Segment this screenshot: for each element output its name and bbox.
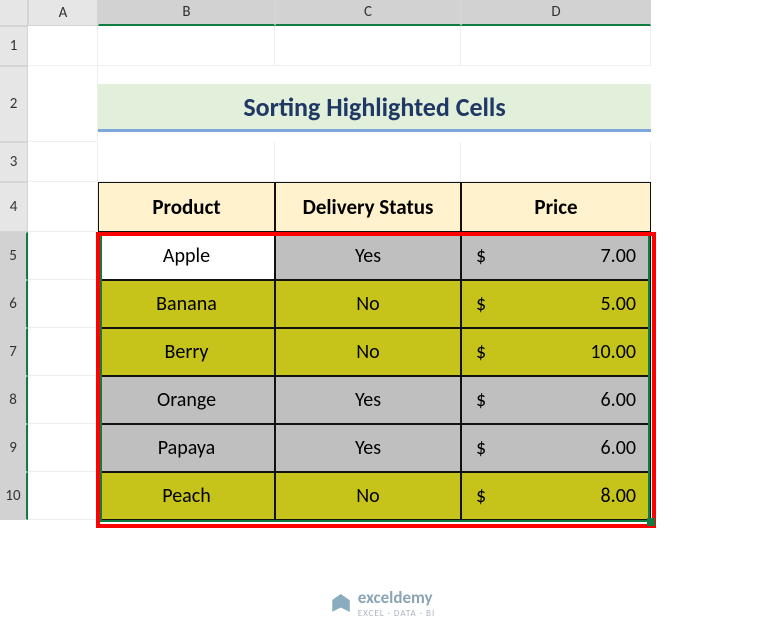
- col-header-a[interactable]: A: [28, 0, 98, 26]
- table-cell-price[interactable]: $ 6.00: [461, 376, 651, 424]
- spreadsheet-grid: A B C D 1 2 Sorting Highlighted Cells 3 …: [0, 0, 767, 520]
- col-header-b[interactable]: B: [98, 0, 275, 26]
- cell[interactable]: [28, 26, 98, 66]
- table-cell-delivery[interactable]: Yes: [275, 424, 461, 472]
- title-merged-cell[interactable]: Sorting Highlighted Cells: [98, 66, 651, 142]
- table-cell-product[interactable]: Papaya: [98, 424, 275, 472]
- cell[interactable]: [28, 280, 98, 328]
- table-cell-product[interactable]: Banana: [98, 280, 275, 328]
- table-cell-delivery[interactable]: No: [275, 472, 461, 520]
- currency-symbol: $: [476, 292, 486, 316]
- row-header-8[interactable]: 8: [0, 376, 28, 424]
- cell[interactable]: [28, 472, 98, 520]
- price-value: 5.00: [601, 292, 636, 316]
- table-header-price[interactable]: Price: [461, 182, 651, 232]
- table-cell-price[interactable]: $ 6.00: [461, 424, 651, 472]
- price-value: 7.00: [601, 244, 636, 268]
- row-header-2[interactable]: 2: [0, 66, 28, 142]
- price-value: 6.00: [601, 436, 636, 460]
- price-value: 8.00: [601, 484, 636, 508]
- row-header-7[interactable]: 7: [0, 328, 28, 376]
- table-header-delivery[interactable]: Delivery Status: [275, 182, 461, 232]
- table-cell-delivery[interactable]: Yes: [275, 232, 461, 280]
- table-cell-price[interactable]: $ 8.00: [461, 472, 651, 520]
- table-cell-delivery[interactable]: Yes: [275, 376, 461, 424]
- cell[interactable]: [28, 66, 98, 142]
- cell[interactable]: [28, 376, 98, 424]
- row-header-9[interactable]: 9: [0, 424, 28, 472]
- currency-symbol: $: [476, 388, 486, 412]
- row-header-1[interactable]: 1: [0, 26, 28, 66]
- page-title: Sorting Highlighted Cells: [98, 84, 651, 132]
- table-cell-product[interactable]: Berry: [98, 328, 275, 376]
- currency-symbol: $: [476, 436, 486, 460]
- table-cell-product[interactable]: Peach: [98, 472, 275, 520]
- cell[interactable]: [28, 142, 98, 182]
- select-all-corner[interactable]: [0, 0, 28, 26]
- cell[interactable]: [275, 26, 461, 66]
- cell[interactable]: [275, 142, 461, 182]
- table-cell-price[interactable]: $ 5.00: [461, 280, 651, 328]
- col-header-c[interactable]: C: [275, 0, 461, 26]
- cell[interactable]: [98, 26, 275, 66]
- fill-handle[interactable]: [647, 518, 655, 526]
- row-header-3[interactable]: 3: [0, 142, 28, 182]
- cell[interactable]: [461, 142, 651, 182]
- watermark: exceldemy EXCEL · DATA · BI: [332, 587, 435, 619]
- currency-symbol: $: [476, 484, 486, 508]
- cell[interactable]: [28, 328, 98, 376]
- table-cell-price[interactable]: $ 7.00: [461, 232, 651, 280]
- cell[interactable]: [28, 232, 98, 280]
- currency-symbol: $: [476, 340, 486, 364]
- currency-symbol: $: [476, 244, 486, 268]
- watermark-tag: EXCEL · DATA · BI: [358, 608, 435, 619]
- table-cell-delivery[interactable]: No: [275, 328, 461, 376]
- cell[interactable]: [28, 424, 98, 472]
- row-header-6[interactable]: 6: [0, 280, 28, 328]
- table-cell-delivery[interactable]: No: [275, 280, 461, 328]
- watermark-brand: exceldemy: [358, 587, 433, 608]
- cell[interactable]: [461, 26, 651, 66]
- cell[interactable]: [98, 142, 275, 182]
- logo-icon: [332, 594, 350, 612]
- cell[interactable]: [28, 182, 98, 232]
- price-value: 10.00: [590, 340, 636, 364]
- table-header-product[interactable]: Product: [98, 182, 275, 232]
- table-cell-price[interactable]: $ 10.00: [461, 328, 651, 376]
- col-header-d[interactable]: D: [461, 0, 651, 26]
- row-header-10[interactable]: 10: [0, 472, 28, 520]
- price-value: 6.00: [601, 388, 636, 412]
- row-header-4[interactable]: 4: [0, 182, 28, 232]
- row-header-5[interactable]: 5: [0, 232, 28, 280]
- table-cell-product[interactable]: Orange: [98, 376, 275, 424]
- table-cell-product[interactable]: Apple: [98, 232, 275, 280]
